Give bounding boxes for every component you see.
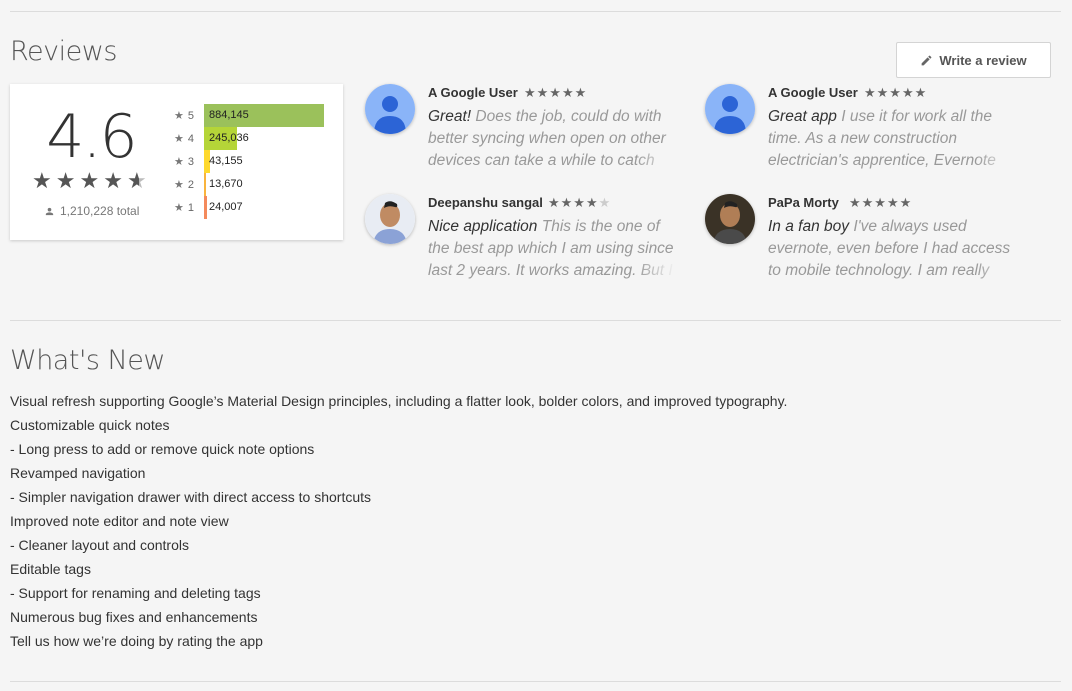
whats-new-line: Editable tags [10, 561, 91, 577]
star-icon: ★ [32, 168, 52, 193]
histogram-label: ★ 5 [174, 109, 204, 123]
whats-new-heading: What's New [10, 345, 165, 376]
average-stars: ★ ★ ★ ★ ★ [32, 170, 147, 192]
histogram-bar [204, 196, 208, 219]
total-ratings-text: 1,210,228 total [60, 204, 140, 218]
histogram-star-count: 1 [187, 201, 194, 214]
histogram-value: 245,036 [209, 132, 249, 144]
bottom-divider [10, 681, 1061, 682]
average-rating: 4.6 [46, 102, 137, 172]
top-divider [10, 11, 1061, 12]
whats-new-line: Visual refresh supporting Google’s Mater… [10, 393, 788, 409]
whats-new-line: Revamped navigation [10, 465, 146, 481]
review-author: A Google User [428, 85, 518, 100]
review-author: PaPa Morty [768, 195, 839, 210]
whats-new-line: Numerous bug fixes and enhancements [10, 609, 258, 625]
star-icon: ★ [79, 168, 100, 193]
review-author: A Google User [768, 85, 858, 100]
review-title: Nice application [428, 218, 538, 235]
section-divider [10, 320, 1061, 321]
star-icon: ★ [174, 110, 184, 122]
rating-histogram: ★ 5 884,145 ★ 4 245,036 ★ 3 43,155 ★ 2 1… [174, 104, 324, 219]
whats-new-list: Visual refresh supporting Google’s Mater… [10, 389, 787, 653]
whats-new-line: Tell us how we’re doing by rating the ap… [10, 633, 263, 649]
review-text: In a fan boy I've always used evernote, … [768, 216, 1016, 284]
histogram-row: ★ 3 43,155 [174, 150, 324, 173]
star-icon: ★ [174, 179, 184, 191]
histogram-label: ★ 3 [174, 155, 204, 169]
histogram-row: ★ 2 13,670 [174, 173, 324, 196]
rating-summary-card: 4.6 ★ ★ ★ ★ ★ 1,210,228 total ★ 5 884,145 ★ … [10, 84, 343, 240]
histogram-label: ★ 4 [174, 132, 204, 146]
whats-new-line: - Support for renaming and deleting tags [10, 585, 261, 601]
whats-new-line: - Simpler navigation drawer with direct … [10, 489, 372, 505]
histogram-star-count: 3 [187, 155, 194, 168]
histogram-row: ★ 4 245,036 [174, 127, 324, 150]
person-icon [45, 207, 54, 215]
histogram-label: ★ 1 [174, 201, 204, 215]
whats-new-line: Customizable quick notes [10, 417, 170, 433]
review-title: Great! [428, 108, 472, 125]
review-text: Nice application This is the one of the … [428, 216, 676, 284]
reviews-heading: Reviews [10, 36, 117, 67]
histogram-value: 884,145 [209, 109, 249, 121]
review-title: Great app [768, 108, 837, 125]
histogram-label: ★ 2 [174, 178, 204, 192]
star-icon: ★ [174, 202, 184, 214]
histogram-star-count: 2 [187, 178, 194, 191]
histogram-bar [204, 173, 206, 196]
histogram-star-count: 5 [187, 109, 194, 122]
whats-new-line: - Long press to add or remove quick note… [10, 441, 315, 457]
write-review-label: Write a review [939, 52, 1027, 68]
star-icon: ★ [126, 168, 147, 193]
user-avatar [705, 194, 755, 244]
star-icon: ★ [174, 156, 184, 168]
review-stars: ★★★★★ [864, 85, 928, 100]
histogram-row: ★ 5 884,145 [174, 104, 324, 127]
user-avatar [365, 194, 415, 244]
histogram-star-count: 4 [187, 132, 194, 145]
whats-new-line: Improved note editor and note view [10, 513, 229, 529]
histogram-row: ★ 1 24,007 [174, 196, 324, 219]
default-user-icon [705, 84, 755, 134]
whats-new-line: - Cleaner layout and controls [10, 537, 189, 553]
histogram-value: 24,007 [209, 201, 243, 213]
review-stars: ★★★★★ [548, 195, 612, 210]
review-stars: ★★★★★ [524, 85, 588, 100]
review-text: Great! Does the job, could do with bette… [428, 106, 676, 174]
histogram-value: 13,670 [209, 178, 243, 190]
default-user-icon [365, 84, 415, 134]
star-icon: ★ [103, 168, 123, 193]
star-icon: ★ [55, 168, 76, 193]
write-review-button[interactable]: Write a review [896, 42, 1051, 78]
review-text: Great app I use it for work all the time… [768, 106, 1016, 174]
pencil-icon [922, 55, 932, 65]
review-title: In a fan boy [768, 218, 850, 235]
review-author: Deepanshu sangal [428, 195, 543, 210]
star-icon: ★ [174, 133, 184, 145]
review-stars: ★★★★★ [849, 195, 913, 210]
total-ratings: 1,210,228 total [44, 204, 139, 218]
histogram-value: 43,155 [209, 155, 243, 167]
